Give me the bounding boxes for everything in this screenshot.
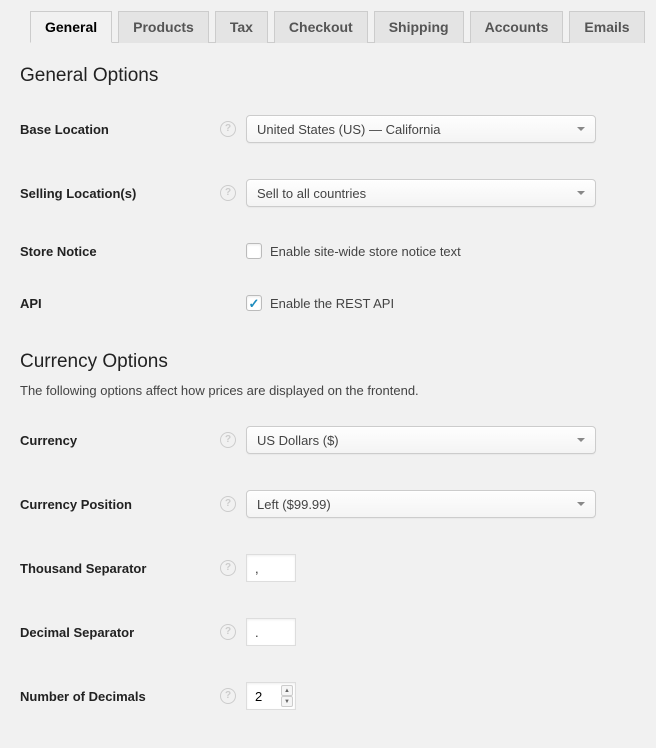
store-notice-label: Store Notice — [20, 244, 220, 259]
general-options-heading: General Options — [20, 65, 636, 87]
tab-general[interactable]: General — [30, 11, 112, 43]
help-icon[interactable]: ? — [220, 496, 236, 512]
number-of-decimals-input[interactable] — [247, 689, 277, 704]
currency-position-select[interactable]: Left ($99.99) — [246, 490, 596, 518]
tab-accounts[interactable]: Accounts — [470, 11, 564, 43]
decimal-separator-input[interactable] — [246, 618, 296, 646]
tab-shipping[interactable]: Shipping — [374, 11, 464, 43]
base-location-value: United States (US) — California — [257, 122, 441, 137]
currency-select[interactable]: US Dollars ($) — [246, 426, 596, 454]
chevron-down-icon — [577, 502, 585, 506]
chevron-down-icon — [577, 191, 585, 195]
tab-emails[interactable]: Emails — [569, 11, 644, 43]
tab-tax[interactable]: Tax — [215, 11, 268, 43]
store-notice-checkbox-label[interactable]: Enable site-wide store notice text — [270, 244, 461, 259]
chevron-down-icon — [577, 127, 585, 131]
help-icon[interactable]: ? — [220, 121, 236, 137]
help-icon[interactable]: ? — [220, 185, 236, 201]
base-location-label: Base Location — [20, 122, 220, 137]
help-icon[interactable]: ? — [220, 688, 236, 704]
currency-options-heading: Currency Options — [20, 351, 636, 373]
help-icon[interactable]: ? — [220, 624, 236, 640]
help-icon[interactable]: ? — [220, 432, 236, 448]
selling-locations-label: Selling Location(s) — [20, 186, 220, 201]
thousand-separator-input[interactable] — [246, 554, 296, 582]
settings-tabs: General Products Tax Checkout Shipping A… — [30, 0, 636, 43]
thousand-separator-label: Thousand Separator — [20, 561, 220, 576]
stepper-down-icon[interactable]: ▼ — [281, 696, 293, 707]
number-of-decimals-label: Number of Decimals — [20, 689, 220, 704]
currency-position-label: Currency Position — [20, 497, 220, 512]
decimal-separator-label: Decimal Separator — [20, 625, 220, 640]
chevron-down-icon — [577, 438, 585, 442]
selling-locations-value: Sell to all countries — [257, 186, 366, 201]
stepper-up-icon[interactable]: ▲ — [281, 685, 293, 696]
currency-value: US Dollars ($) — [257, 433, 339, 448]
selling-locations-select[interactable]: Sell to all countries — [246, 179, 596, 207]
help-icon[interactable]: ? — [220, 560, 236, 576]
api-label: API — [20, 296, 220, 311]
currency-position-value: Left ($99.99) — [257, 497, 331, 512]
number-of-decimals-stepper[interactable]: ▲ ▼ — [246, 682, 296, 710]
base-location-select[interactable]: United States (US) — California — [246, 115, 596, 143]
tab-checkout[interactable]: Checkout — [274, 11, 368, 43]
currency-label: Currency — [20, 433, 220, 448]
api-checkbox[interactable] — [246, 295, 262, 311]
store-notice-checkbox[interactable] — [246, 243, 262, 259]
api-checkbox-label[interactable]: Enable the REST API — [270, 296, 394, 311]
tab-products[interactable]: Products — [118, 11, 209, 43]
currency-options-description: The following options affect how prices … — [20, 383, 636, 398]
